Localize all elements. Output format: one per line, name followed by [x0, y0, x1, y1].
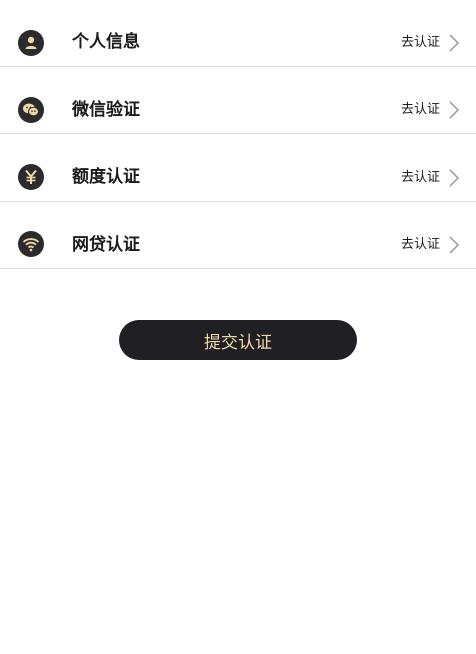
- verification-list: 个人信息 去认证 微信验证 去认证 额度认证 去认证 网贷认证 去认证: [0, 0, 476, 269]
- chevron-right-icon: [449, 34, 460, 52]
- chevron-right-icon: [449, 236, 460, 254]
- go-verify-link[interactable]: 去认证: [401, 34, 440, 52]
- list-item-personal-info[interactable]: 个人信息 去认证: [0, 0, 476, 67]
- item-label: 网贷认证: [72, 235, 140, 255]
- submit-verification-button[interactable]: 提交认证: [119, 320, 357, 360]
- yen-icon: [18, 164, 44, 190]
- wechat-icon: [18, 97, 44, 123]
- list-item-online-loan[interactable]: 网贷认证 去认证: [0, 202, 476, 269]
- item-label: 微信验证: [72, 100, 140, 120]
- go-verify-link[interactable]: 去认证: [401, 101, 440, 119]
- go-verify-link[interactable]: 去认证: [401, 169, 440, 187]
- item-label: 额度认证: [72, 167, 140, 187]
- item-label: 个人信息: [72, 32, 140, 52]
- user-icon: [18, 30, 44, 56]
- chevron-right-icon: [449, 101, 460, 119]
- list-item-wechat[interactable]: 微信验证 去认证: [0, 67, 476, 134]
- wifi-icon: [18, 231, 44, 257]
- go-verify-link[interactable]: 去认证: [401, 236, 440, 254]
- chevron-right-icon: [449, 169, 460, 187]
- list-item-quota[interactable]: 额度认证 去认证: [0, 134, 476, 202]
